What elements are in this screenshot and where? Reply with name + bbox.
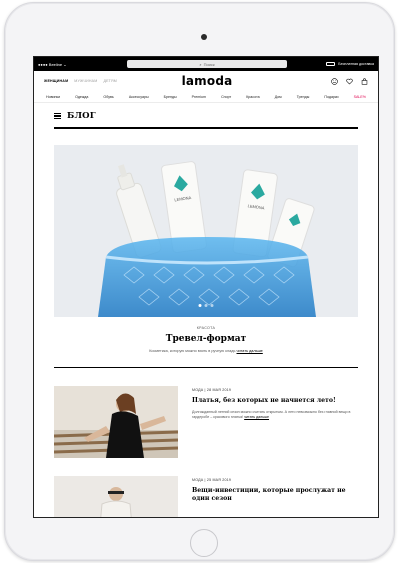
gender-nav: ЖЕНЩИНАМ МУЖЧИНАМ ДЕТЯМ [44, 79, 117, 83]
article-meta: МОДА | 28 МАЯ 2019 [192, 387, 232, 392]
gender-kids[interactable]: ДЕТЯМ [103, 79, 117, 83]
hero-meta: КРАСОТА Тревел-формат Косметика, которую… [34, 326, 378, 353]
hero-read-more-link[interactable]: читать дальше [237, 349, 263, 353]
cat-new[interactable]: Новинки [46, 95, 60, 99]
category-nav: Новинки Одежда Обувь Аксессуары Бренды P… [34, 91, 378, 103]
status-left: ●●●● Beeline ⌄ [38, 62, 98, 67]
article-meta: МОДА | 25 МАЯ 2019 [192, 477, 232, 482]
free-delivery-text: Бесплатная доставка [338, 62, 374, 66]
carousel-dots [198, 303, 214, 307]
article-card[interactable]: МОДА | 28 МАЯ 2019 Платья, без которых н… [54, 385, 358, 458]
hero-title[interactable]: Тревел-формат [34, 334, 378, 344]
browser-bar: ●●●● Beeline ⌄ ⌕ Поиск Бесплатная достав… [34, 57, 378, 71]
site-header: ЖЕНЩИНАМ МУЖЧИНАМ ДЕТЯМ lamoda [34, 71, 378, 91]
article-body: МОДА | 28 МАЯ 2019 Платья, без которых н… [192, 386, 358, 458]
hero-image[interactable]: LEMONA LEMONA [54, 144, 358, 317]
cat-gifts[interactable]: Подарки [324, 95, 338, 99]
hero-description: Косметика, которую можно взять в ручную … [34, 349, 378, 353]
article-description: Долгожданный летний сезон можно считать … [192, 410, 358, 420]
address-bar[interactable]: ⌕ Поиск [127, 60, 287, 68]
carousel-dot[interactable] [204, 303, 208, 307]
carrier-text: ●●●● Beeline ⌄ [38, 61, 67, 67]
cat-shoes[interactable]: Обувь [103, 95, 113, 99]
address-text: Поиск [203, 61, 215, 67]
carousel-dot[interactable] [210, 303, 214, 307]
hero-category[interactable]: КРАСОТА [34, 326, 378, 330]
search-icon: ⌕ [199, 61, 202, 67]
article-title[interactable]: Платья, без которых не начнется лето! [192, 397, 358, 405]
blog-title: БЛОГ [67, 111, 96, 121]
article-title[interactable]: Вещи-инвестиции, которые прослужат не од… [192, 487, 358, 504]
screen: ●●●● Beeline ⌄ ⌕ Поиск Бесплатная достав… [33, 56, 379, 518]
cat-sport[interactable]: Спорт [221, 95, 231, 99]
cat-clothes[interactable]: Одежда [75, 95, 88, 99]
bag-icon[interactable] [361, 77, 368, 85]
article-card[interactable]: МОДА | 25 МАЯ 2019 Вещи-инвестиции, кото… [54, 475, 358, 517]
header-icons [331, 77, 368, 85]
article-photo [54, 475, 178, 517]
divider [54, 366, 358, 368]
status-right: Бесплатная доставка [326, 62, 374, 66]
gender-men[interactable]: МУЖЧИНАМ [74, 79, 97, 83]
heart-icon[interactable] [346, 78, 353, 85]
lamoda-logo[interactable]: lamoda [182, 74, 233, 88]
gender-women[interactable]: ЖЕНЩИНАМ [44, 79, 68, 83]
cat-premium[interactable]: Premium [192, 95, 206, 99]
carousel-dot[interactable] [198, 303, 202, 307]
cat-brands[interactable]: Бренды [164, 95, 177, 99]
article-photo [54, 385, 178, 458]
camera-dot [201, 34, 207, 40]
truck-icon [326, 62, 336, 66]
article-description-text: Долгожданный летний сезон можно считать … [192, 410, 351, 420]
smile-icon[interactable] [331, 77, 338, 85]
article-thumbnail[interactable] [54, 385, 178, 458]
article-body: МОДА | 25 МАЯ 2019 Вещи-инвестиции, кото… [192, 476, 358, 517]
menu-icon[interactable] [54, 113, 61, 119]
cat-sale[interactable]: SALE% [354, 95, 366, 99]
divider [54, 127, 358, 129]
article-read-more-link[interactable]: читать дальше [244, 415, 269, 419]
cat-accessories[interactable]: Аксессуары [129, 95, 149, 99]
hero-description-text: Косметика, которую можно взять в ручную … [149, 348, 236, 353]
cat-beauty[interactable]: Красота [246, 95, 259, 99]
cat-home[interactable]: Дом [275, 95, 282, 99]
cat-trends[interactable]: Тренды [297, 95, 310, 99]
blog-title-row: БЛОГ [34, 105, 378, 127]
hero-illustration: LEMONA LEMONA [98, 160, 316, 317]
article-thumbnail[interactable] [54, 475, 178, 517]
home-button[interactable] [190, 529, 218, 557]
